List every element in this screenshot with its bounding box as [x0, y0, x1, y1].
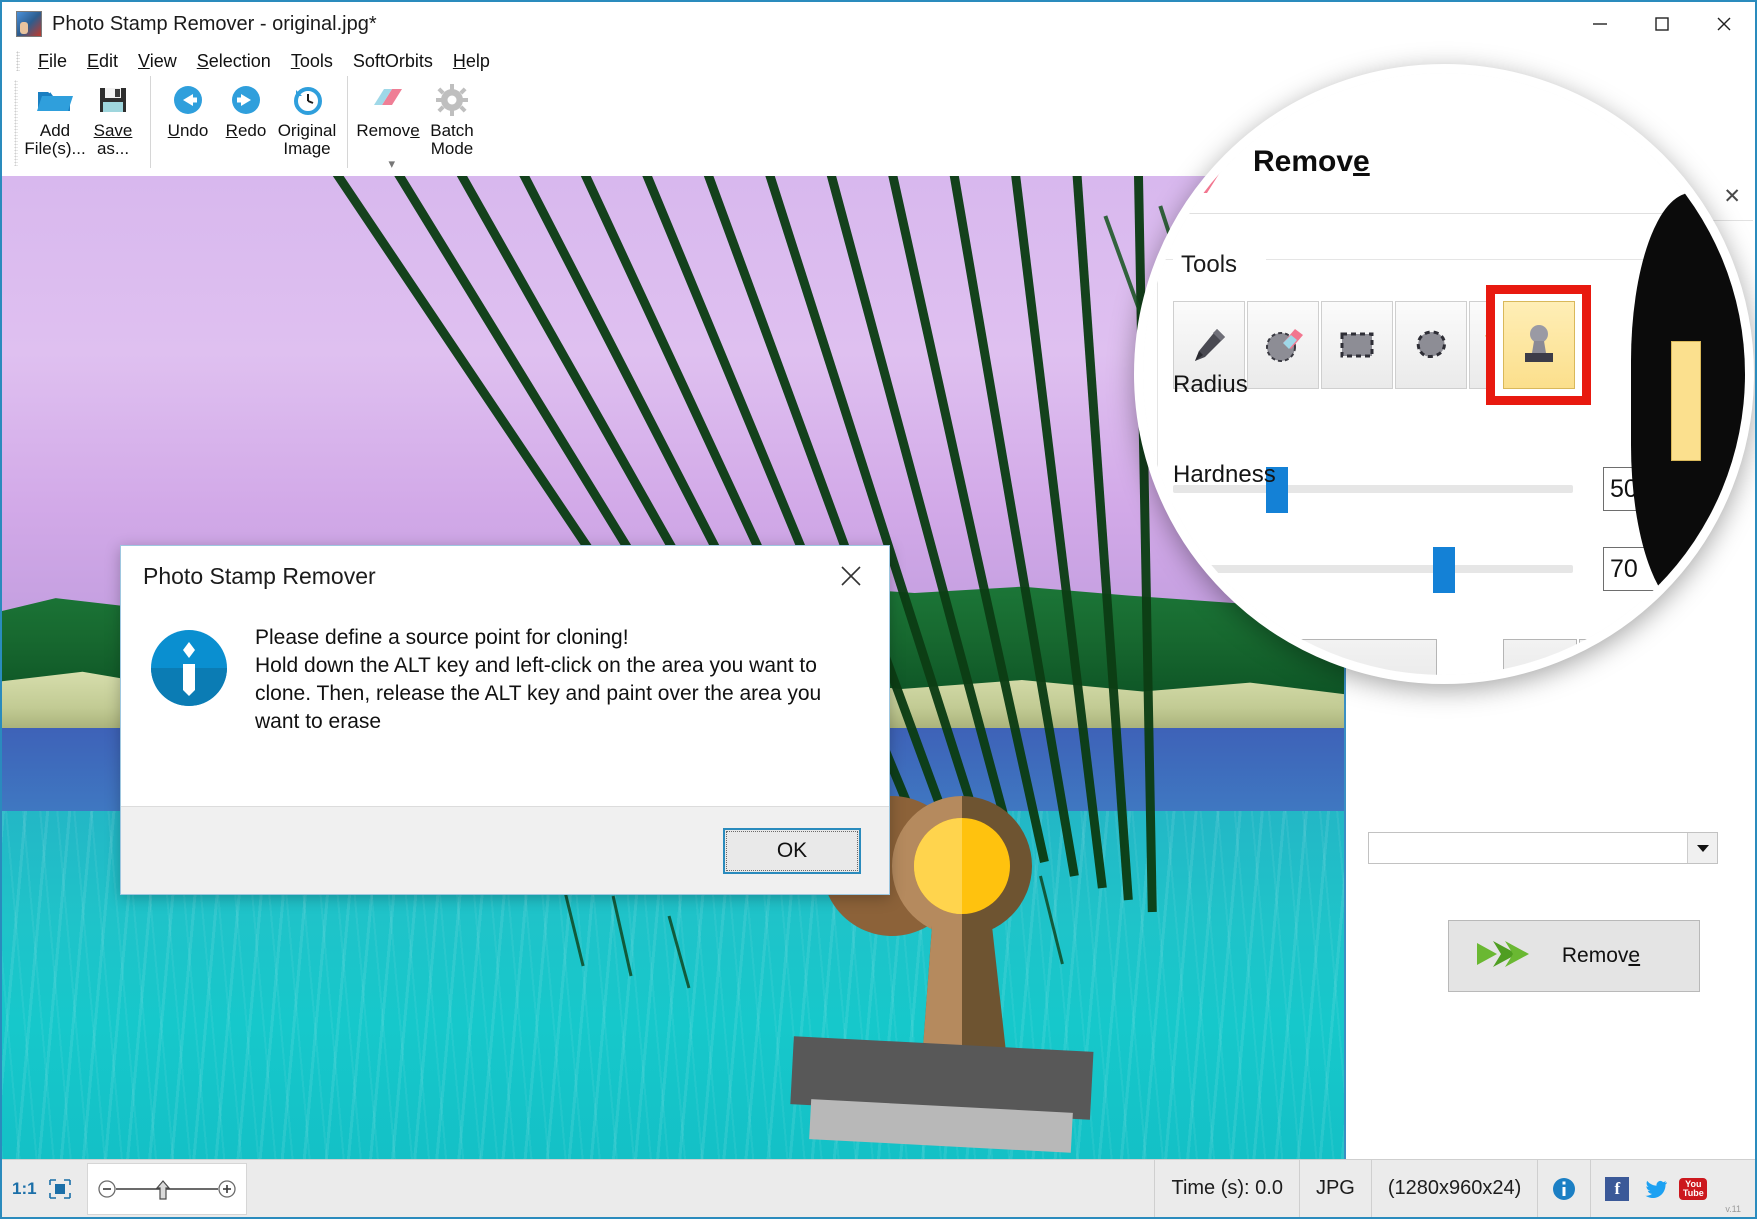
remove-panel-title: Remove [1253, 145, 1370, 179]
magnifier-loupe: Remove ✕ Tools [1134, 64, 1754, 684]
close-button[interactable] [1693, 2, 1755, 46]
info-icon [149, 628, 229, 786]
batch-mode-button[interactable]: BatchMode [420, 76, 484, 158]
remove-toolbar-label: Remove [356, 122, 419, 140]
undo-arrow-icon [167, 80, 209, 120]
menu-tools[interactable]: Tools [281, 49, 343, 74]
eraser-icon [1161, 151, 1233, 197]
dialog-title-bar: Photo Stamp Remover [121, 546, 889, 606]
open-folder-icon [34, 80, 76, 120]
eraser-icon [367, 80, 409, 120]
toolbar-grip-handle[interactable] [14, 80, 18, 166]
info-status-cell[interactable] [1537, 1160, 1590, 1218]
toolbar-overflow-chevron[interactable]: ▾ [388, 156, 395, 172]
clone-stamp-tool-highlight [1486, 285, 1591, 405]
hardness-label: Hardness [1173, 461, 1276, 489]
window-title: Photo Stamp Remover - original.jpg* [52, 13, 377, 36]
toolbar-history-group: Undo Redo [159, 76, 339, 172]
redo-label: Redo [226, 122, 267, 140]
menu-file[interactable]: File [28, 49, 77, 74]
dialog-footer: OK [121, 806, 889, 894]
remove-panel-close-icon[interactable]: ✕ [1721, 153, 1739, 179]
menu-grip-handle[interactable] [16, 51, 20, 71]
original-image-button[interactable]: OriginalImage [275, 76, 339, 158]
green-arrow-icon [1475, 937, 1533, 976]
hardness-slider-track[interactable] [1173, 565, 1573, 573]
minimize-button[interactable] [1569, 2, 1631, 46]
tools-group-label: Tools [1173, 251, 1245, 279]
format-status: JPG [1299, 1160, 1371, 1218]
adjacent-selected-tool-sliver [1671, 341, 1701, 461]
toolbar-file-group: AddFile(s)... Saveas... [26, 76, 142, 172]
radius-label: Radius [1173, 371, 1248, 399]
social-links-cell: f YouTube v.11 [1590, 1160, 1755, 1218]
menu-softorbits[interactable]: SoftOrbits [343, 49, 443, 74]
remove-action-label: Remove [1533, 944, 1669, 968]
menu-selection[interactable]: Selection [187, 49, 281, 74]
clone-stamp-tool-button[interactable] [1503, 301, 1575, 389]
toolbar-separator-1 [150, 76, 151, 168]
status-bar: 1:1 Time (s): 0.0 JPG (1280x960x24) [2, 1159, 1755, 1217]
zoom-ratio-label: 1:1 [12, 1179, 37, 1199]
eraser-tool-button[interactable] [1247, 301, 1319, 389]
method-dropdown[interactable] [1368, 832, 1718, 864]
dialog-message: Please define a source point for cloning… [255, 624, 821, 786]
history-clock-icon [286, 80, 328, 120]
application-window: Photo Stamp Remover - original.jpg* File… [0, 0, 1757, 1219]
save-as-button[interactable]: Saveas... [84, 76, 142, 158]
toolbar-action-group: Remove [356, 76, 484, 172]
batch-mode-label: BatchMode [430, 122, 473, 158]
message-dialog: Photo Stamp Remover Please define a sour… [120, 545, 890, 895]
title-bar: Photo Stamp Remover - original.jpg* [2, 2, 1755, 46]
window-controls [1569, 2, 1755, 46]
floppy-disk-icon [92, 80, 134, 120]
magnifier-content: Remove ✕ Tools [1143, 73, 1745, 675]
time-status: Time (s): 0.0 [1154, 1160, 1299, 1218]
dialog-body: Please define a source point for cloning… [121, 606, 889, 786]
version-label: v.11 [1725, 1204, 1741, 1214]
original-image-label: OriginalImage [278, 122, 337, 158]
dialog-message-line-2: Hold down the ALT key and left-click on … [255, 652, 821, 680]
undo-label: Undo [168, 122, 209, 140]
rectangle-select-tool-button[interactable] [1321, 301, 1393, 389]
info-icon [1552, 1177, 1576, 1201]
redo-arrow-icon [225, 80, 267, 120]
menu-edit[interactable]: Edit [77, 49, 128, 74]
dialog-message-line-1: Please define a source point for cloning… [255, 624, 821, 652]
twitter-icon [1641, 1178, 1667, 1200]
ok-button[interactable]: OK [723, 828, 861, 874]
remove-action-button[interactable]: Remove [1448, 920, 1700, 992]
toolbar-separator-2 [347, 76, 348, 168]
app-icon [16, 11, 42, 37]
redo-button[interactable]: Redo [217, 76, 275, 140]
dialog-message-line-3: clone. Then, release the ALT key and pai… [255, 680, 821, 708]
youtube-icon[interactable]: YouTube [1679, 1178, 1707, 1200]
add-files-button[interactable]: AddFile(s)... [26, 76, 84, 158]
chevron-down-icon[interactable] [1687, 833, 1717, 863]
save-as-label: Saveas... [94, 122, 133, 158]
dialog-message-line-4: want to erase [255, 708, 821, 736]
remove-toolbar-button[interactable]: Remove [356, 76, 420, 140]
fit-to-window-icon[interactable] [47, 1177, 73, 1201]
lasso-select-tool-button[interactable] [1395, 301, 1467, 389]
dimensions-status: (1280x960x24) [1371, 1160, 1537, 1218]
facebook-icon[interactable]: f [1605, 1177, 1629, 1201]
menu-view[interactable]: View [128, 49, 187, 74]
dialog-close-button[interactable] [831, 556, 871, 596]
undo-button[interactable]: Undo [159, 76, 217, 140]
dialog-title: Photo Stamp Remover [143, 563, 376, 590]
maximize-button[interactable] [1631, 2, 1693, 46]
add-files-label: AddFile(s)... [24, 122, 85, 158]
gear-icon [431, 80, 473, 120]
menu-help[interactable]: Help [443, 49, 500, 74]
hardness-slider-thumb[interactable] [1433, 547, 1455, 593]
zoom-slider[interactable] [87, 1163, 247, 1215]
